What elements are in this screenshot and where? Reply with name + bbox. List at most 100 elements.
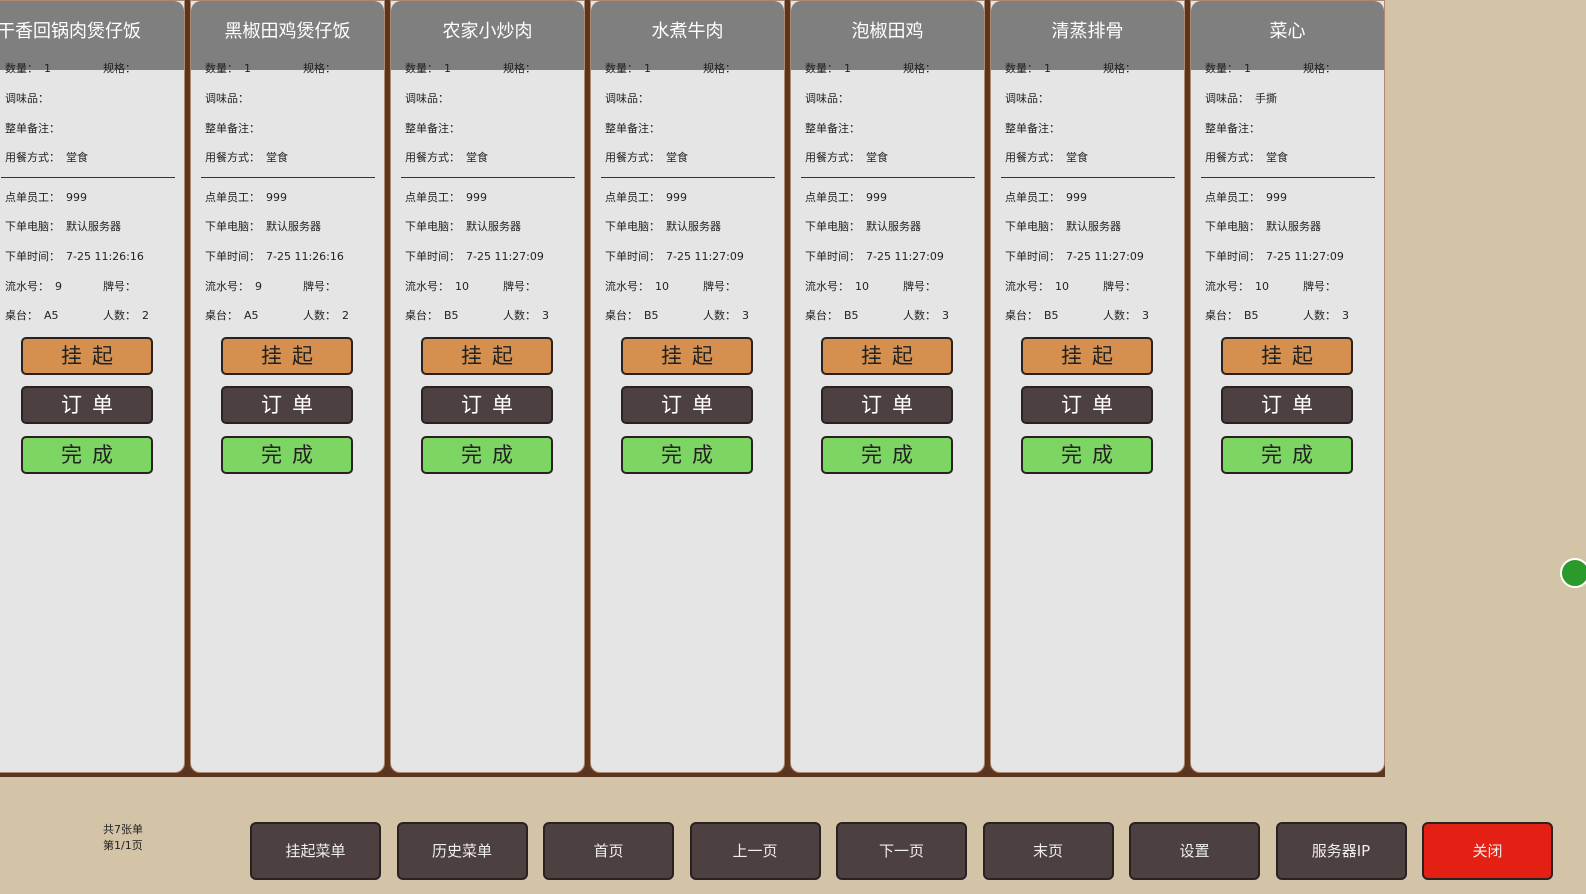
total-count: 共7张单 xyxy=(103,823,143,836)
done-button[interactable]: 完成 xyxy=(221,436,353,474)
order-field: 流水号： 10 牌号： xyxy=(605,280,736,293)
order-card: 农家小炒肉 数量： 1 规格： 调味品： 整单备注： 用餐方式： 堂食 点单员工： 999 下单电脑… xyxy=(390,0,585,773)
divider xyxy=(401,177,575,178)
done-button[interactable]: 完成 xyxy=(421,436,553,474)
footer-button[interactable]: 历史菜单 xyxy=(396,822,528,880)
hold-button[interactable]: 挂起 xyxy=(1221,337,1353,375)
order-field: 下单时间： 7-25 11:27:09 xyxy=(405,250,544,263)
order-field: 流水号： 10 牌号： xyxy=(1205,280,1336,293)
hold-button[interactable]: 挂起 xyxy=(221,337,353,375)
order-field: 调味品： xyxy=(1005,92,1049,105)
order-field: 下单时间： 7-25 11:26:16 xyxy=(5,250,144,263)
divider xyxy=(1201,177,1375,178)
order-field: 下单时间： 7-25 11:26:16 xyxy=(205,250,344,263)
order-field: 点单员工： 999 xyxy=(405,191,487,204)
order-button[interactable]: 订单 xyxy=(821,386,953,424)
order-field: 桌台： B5 人数： 3 xyxy=(605,309,749,322)
order-field: 下单电脑： 默认服务器 xyxy=(805,220,921,233)
order-field: 桌台： B5 人数： 3 xyxy=(1005,309,1149,322)
done-button[interactable]: 完成 xyxy=(21,436,153,474)
order-field: 桌台： B5 人数： 3 xyxy=(1205,309,1349,322)
order-field: 整单备注： xyxy=(1205,122,1260,135)
order-field: 整单备注： xyxy=(5,122,60,135)
done-button[interactable]: 完成 xyxy=(821,436,953,474)
order-button[interactable]: 订单 xyxy=(21,386,153,424)
page-number: 第1/1页 xyxy=(103,839,143,852)
done-button[interactable]: 完成 xyxy=(621,436,753,474)
page-info: 共7张单 第1/1页 xyxy=(103,822,143,854)
status-indicator[interactable] xyxy=(1560,558,1586,588)
order-card: 水煮牛肉 数量： 1 规格： 调味品： 整单备注： 用餐方式： 堂食 点单员工： 999 下单电脑：… xyxy=(590,0,785,773)
done-button[interactable]: 完成 xyxy=(1221,436,1353,474)
divider xyxy=(1,177,175,178)
order-field: 数量： 1 规格： xyxy=(1205,62,1336,75)
divider xyxy=(201,177,375,178)
order-field: 点单员工： 999 xyxy=(1205,191,1287,204)
footer-button[interactable]: 关闭 xyxy=(1422,822,1553,880)
footer-button[interactable]: 首页 xyxy=(543,822,674,880)
hold-button[interactable]: 挂起 xyxy=(621,337,753,375)
footer-button[interactable]: 末页 xyxy=(982,822,1114,880)
order-field: 下单时间： 7-25 11:27:09 xyxy=(1205,250,1344,263)
done-button[interactable]: 完成 xyxy=(1021,436,1153,474)
order-field: 下单时间： 7-25 11:27:09 xyxy=(805,250,944,263)
hold-button[interactable]: 挂起 xyxy=(821,337,953,375)
order-card: 泡椒田鸡 数量： 1 规格： 调味品： 整单备注： 用餐方式： 堂食 点单员工： 999 下单电脑：… xyxy=(790,0,985,773)
order-field: 用餐方式： 堂食 xyxy=(1005,151,1088,164)
divider xyxy=(801,177,975,178)
order-button[interactable]: 订单 xyxy=(1221,386,1353,424)
order-field: 整单备注： xyxy=(605,122,660,135)
hold-button[interactable]: 挂起 xyxy=(21,337,153,375)
hold-button[interactable]: 挂起 xyxy=(421,337,553,375)
order-field: 调味品： xyxy=(405,92,449,105)
order-field: 用餐方式： 堂食 xyxy=(1205,151,1288,164)
order-field: 下单时间： 7-25 11:27:09 xyxy=(605,250,744,263)
order-field: 下单电脑： 默认服务器 xyxy=(1005,220,1121,233)
divider xyxy=(601,177,775,178)
order-field: 整单备注： xyxy=(1005,122,1060,135)
order-field: 下单电脑： 默认服务器 xyxy=(1205,220,1321,233)
divider xyxy=(1001,177,1175,178)
order-field: 用餐方式： 堂食 xyxy=(605,151,688,164)
order-button[interactable]: 订单 xyxy=(221,386,353,424)
order-field: 用餐方式： 堂食 xyxy=(805,151,888,164)
order-field: 流水号： 10 牌号： xyxy=(805,280,936,293)
footer-button[interactable]: 上一页 xyxy=(689,822,821,880)
order-field: 用餐方式： 堂食 xyxy=(205,151,288,164)
order-field: 调味品： xyxy=(205,92,249,105)
order-field: 桌台： B5 人数： 3 xyxy=(805,309,949,322)
footer-button[interactable]: 服务器IP xyxy=(1275,822,1407,880)
order-field: 整单备注： xyxy=(205,122,260,135)
order-field: 调味品： xyxy=(5,92,49,105)
order-card: 干香回锅肉煲仔饭 数量： 1 规格： 调味品： 整单备注： 用餐方式： 堂食 点单员工： 999 下… xyxy=(0,0,185,773)
order-field: 下单电脑： 默认服务器 xyxy=(5,220,121,233)
order-button[interactable]: 订单 xyxy=(1021,386,1153,424)
footer-button[interactable]: 设置 xyxy=(1129,822,1260,880)
footer-button[interactable]: 挂起菜单 xyxy=(250,822,381,880)
order-field: 下单电脑： 默认服务器 xyxy=(605,220,721,233)
order-field: 桌台： B5 人数： 3 xyxy=(405,309,549,322)
hold-button[interactable]: 挂起 xyxy=(1021,337,1153,375)
order-field: 调味品： xyxy=(605,92,649,105)
order-field: 点单员工： 999 xyxy=(205,191,287,204)
order-field: 下单电脑： 默认服务器 xyxy=(405,220,521,233)
order-field: 调味品： xyxy=(805,92,849,105)
order-field: 数量： 1 规格： xyxy=(5,62,136,75)
footer-button[interactable]: 下一页 xyxy=(836,822,967,880)
order-field: 下单时间： 7-25 11:27:09 xyxy=(1005,250,1144,263)
order-button[interactable]: 订单 xyxy=(421,386,553,424)
order-card: 菜心 数量： 1 规格： 调味品： 手撕 整单备注： 用餐方式： 堂食 点单员工： 999 下单电脑：… xyxy=(1190,0,1385,773)
order-field: 数量： 1 规格： xyxy=(605,62,736,75)
order-field: 数量： 1 规格： xyxy=(205,62,336,75)
order-button[interactable]: 订单 xyxy=(621,386,753,424)
order-field: 调味品： 手撕 xyxy=(1205,92,1277,105)
order-field: 整单备注： xyxy=(405,122,460,135)
order-field: 用餐方式： 堂食 xyxy=(5,151,88,164)
order-board: 干香回锅肉煲仔饭 数量： 1 规格： 调味品： 整单备注： 用餐方式： 堂食 点单员工： 999 下… xyxy=(0,0,1385,777)
order-field: 流水号： 10 牌号： xyxy=(1005,280,1136,293)
order-field: 桌台： A5 人数： 2 xyxy=(205,309,349,322)
order-field: 桌台： A5 人数： 2 xyxy=(5,309,149,322)
order-field: 点单员工： 999 xyxy=(5,191,87,204)
order-card: 黑椒田鸡煲仔饭 数量： 1 规格： 调味品： 整单备注： 用餐方式： 堂食 点单员工： 999 下单… xyxy=(190,0,385,773)
order-field: 点单员工： 999 xyxy=(605,191,687,204)
